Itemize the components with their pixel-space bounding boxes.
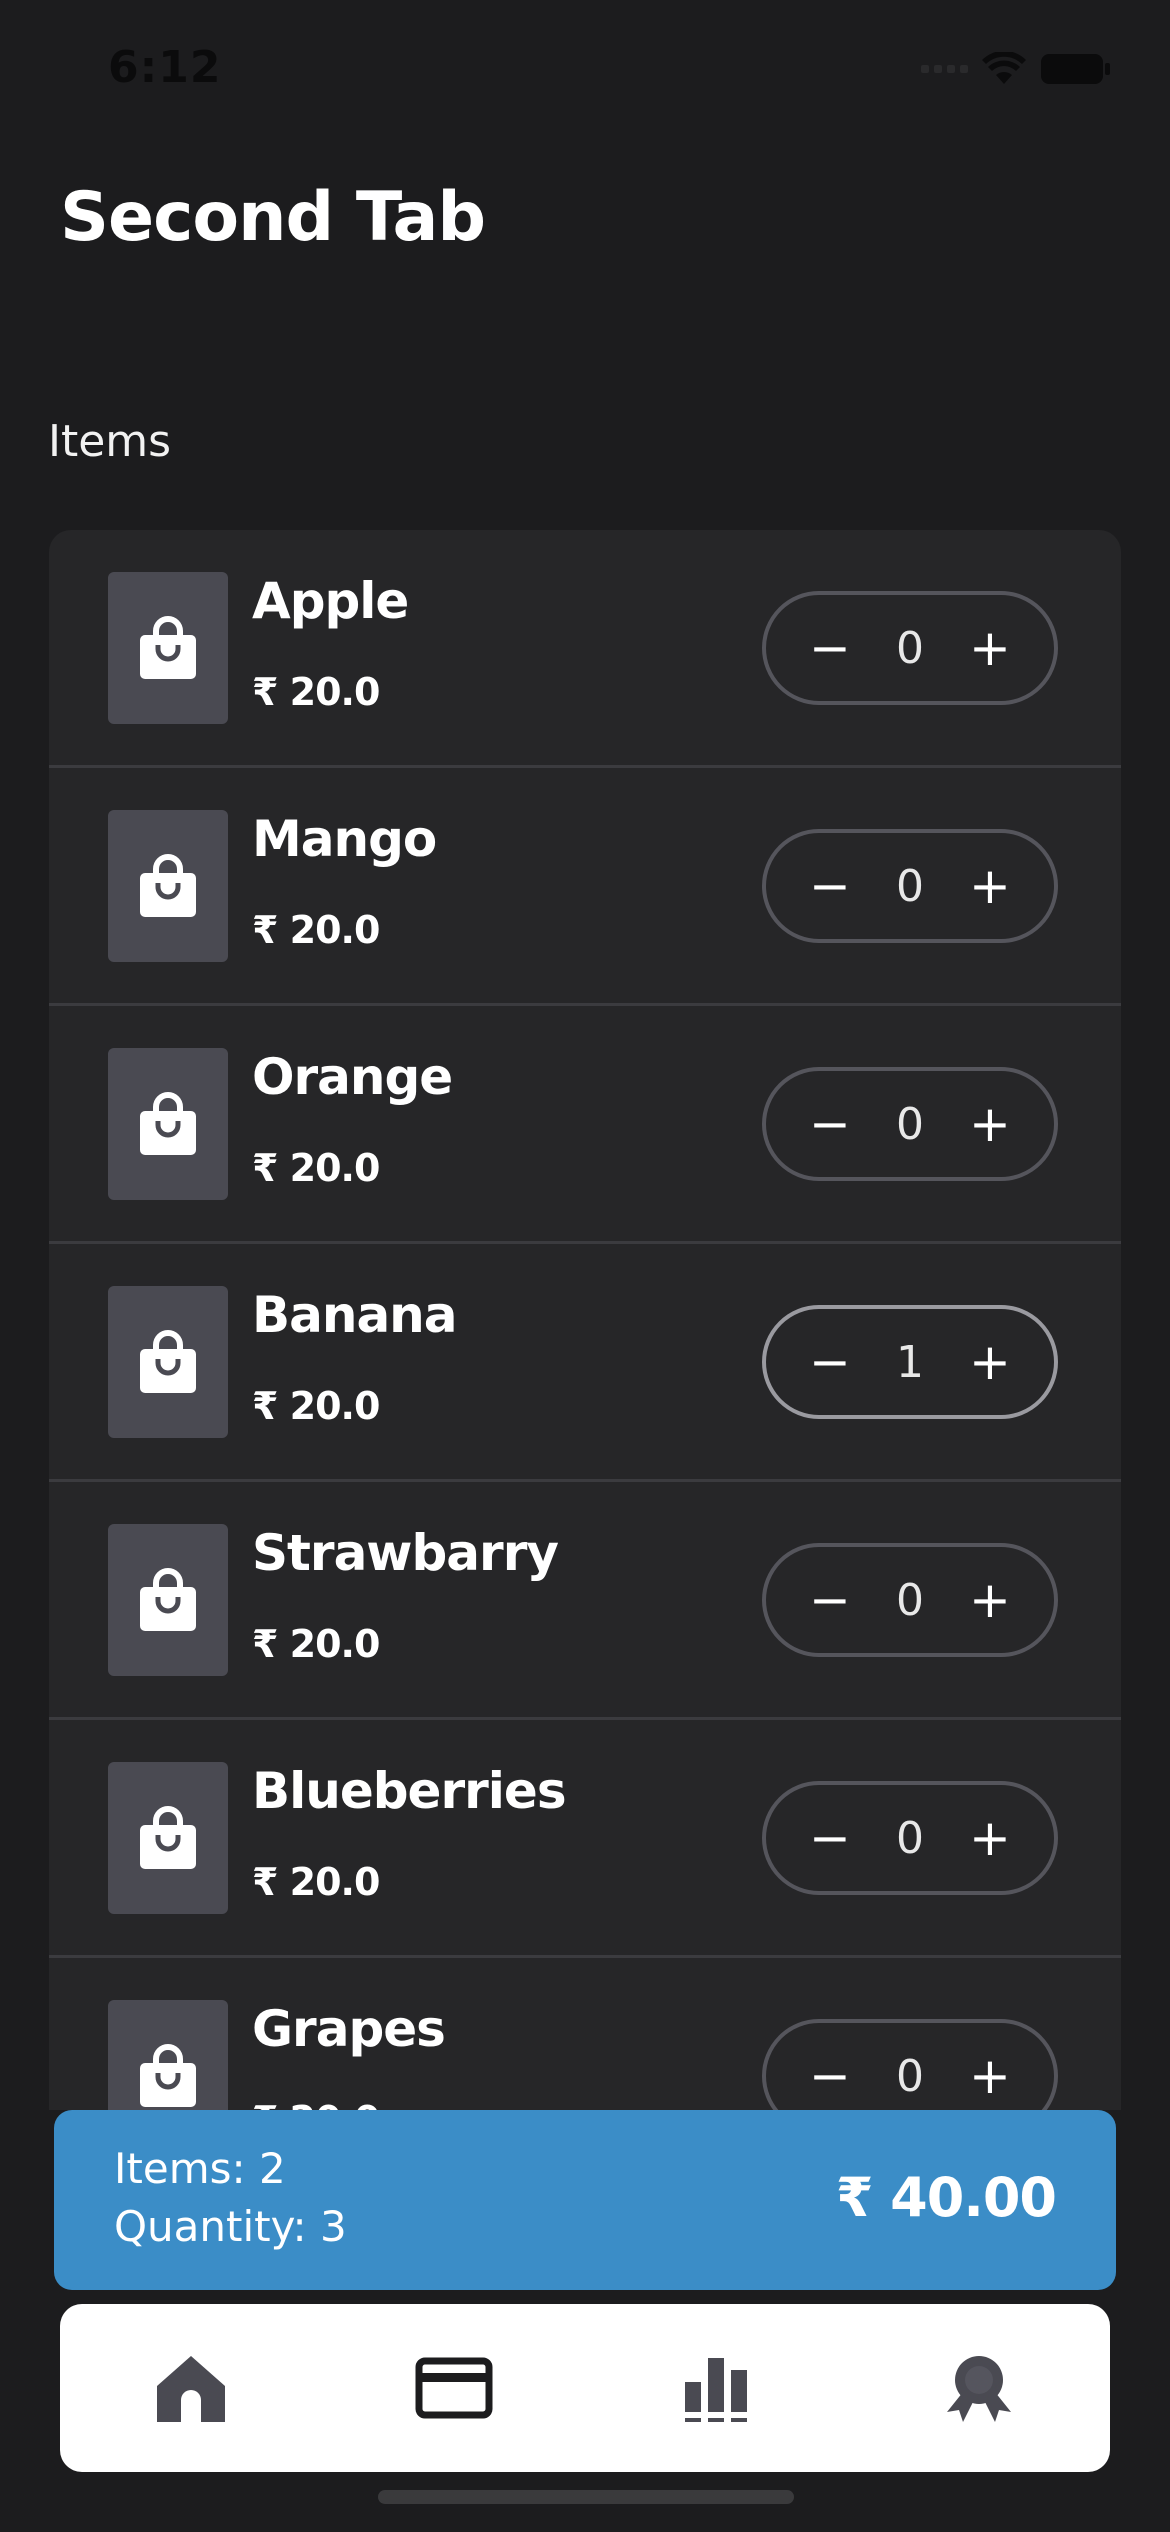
- section-label-items: Items: [48, 416, 172, 467]
- item-price: ₹ 20.0: [252, 1860, 380, 1904]
- chart-icon: [685, 2358, 748, 2422]
- decrement-button[interactable]: −: [802, 1575, 858, 1625]
- increment-button[interactable]: +: [962, 1575, 1018, 1625]
- battery-icon: [1041, 54, 1110, 84]
- item-price: ₹ 20.0: [252, 908, 380, 952]
- item-name: Strawbarry: [252, 1524, 559, 1582]
- summary-total: ₹ 40.00: [835, 2166, 1057, 2229]
- home-indicator: [378, 2490, 794, 2504]
- item-price: ₹ 20.0: [252, 1146, 380, 1190]
- increment-button[interactable]: +: [962, 623, 1018, 673]
- quantity-value: 0: [896, 2050, 924, 2102]
- list-item: Strawbarry ₹ 20.0 − 0 +: [49, 1482, 1121, 1720]
- items-list[interactable]: Apple ₹ 20.0 − 0 + Mango ₹ 20.0 − 0 + Or…: [49, 530, 1121, 2110]
- item-price: ₹ 20.0: [252, 2098, 380, 2110]
- quantity-value: 0: [896, 622, 924, 674]
- shopping-bag-icon: [108, 572, 228, 724]
- item-name: Grapes: [252, 2000, 446, 2058]
- shopping-bag-icon: [108, 1286, 228, 1438]
- quantity-stepper: − 0 +: [762, 1067, 1058, 1181]
- tab-card[interactable]: [394, 2328, 514, 2448]
- status-icons: [921, 52, 1112, 86]
- decrement-button[interactable]: −: [802, 1813, 858, 1863]
- quantity-value: 0: [896, 860, 924, 912]
- item-name: Apple: [252, 572, 409, 630]
- quantity-stepper: − 0 +: [762, 1543, 1058, 1657]
- item-name: Mango: [252, 810, 437, 868]
- increment-button[interactable]: +: [962, 1337, 1018, 1387]
- decrement-button[interactable]: −: [802, 623, 858, 673]
- quantity-value: 1: [896, 1336, 924, 1388]
- item-name: Banana: [252, 1286, 458, 1344]
- quantity-stepper: − 0 +: [762, 829, 1058, 943]
- home-icon: [157, 2356, 226, 2422]
- quantity-value: 0: [896, 1098, 924, 1150]
- shopping-bag-icon: [108, 810, 228, 962]
- item-name: Blueberries: [252, 1762, 567, 1820]
- list-item: Apple ₹ 20.0 − 0 +: [49, 530, 1121, 768]
- item-price: ₹ 20.0: [252, 1384, 380, 1428]
- card-icon: [415, 2357, 493, 2419]
- increment-button[interactable]: +: [962, 861, 1018, 911]
- list-item: Mango ₹ 20.0 − 0 +: [49, 768, 1121, 1006]
- increment-button[interactable]: +: [962, 1099, 1018, 1149]
- shopping-bag-icon: [108, 1048, 228, 1200]
- quantity-value: 0: [896, 1812, 924, 1864]
- signal-icon: [921, 65, 968, 73]
- quantity-stepper: − 0 +: [762, 2019, 1058, 2110]
- decrement-button[interactable]: −: [802, 1337, 858, 1387]
- wifi-icon: [982, 52, 1026, 84]
- quantity-stepper: − 1 +: [762, 1305, 1058, 1419]
- tab-home[interactable]: [131, 2328, 251, 2448]
- list-item: Blueberries ₹ 20.0 − 0 +: [49, 1720, 1121, 1958]
- tab-stats[interactable]: [656, 2328, 776, 2448]
- cart-summary[interactable]: Items: 2 Quantity: 3 ₹ 40.00: [54, 2110, 1116, 2290]
- page-title: Second Tab: [60, 178, 486, 257]
- decrement-button[interactable]: −: [802, 2051, 858, 2101]
- increment-button[interactable]: +: [962, 2051, 1018, 2101]
- summary-items-count: Items: 2: [114, 2144, 286, 2193]
- tab-rewards[interactable]: [919, 2328, 1039, 2448]
- shopping-bag-icon: [108, 1762, 228, 1914]
- list-item: Orange ₹ 20.0 − 0 +: [49, 1006, 1121, 1244]
- quantity-value: 0: [896, 1574, 924, 1626]
- list-item: Grapes ₹ 20.0 − 0 +: [49, 1958, 1121, 2110]
- shopping-bag-icon: [108, 2000, 228, 2110]
- item-price: ₹ 20.0: [252, 1622, 380, 1666]
- item-name: Orange: [252, 1048, 453, 1106]
- quantity-stepper: − 0 +: [762, 591, 1058, 705]
- decrement-button[interactable]: −: [802, 1099, 858, 1149]
- award-icon: [946, 2356, 1011, 2422]
- decrement-button[interactable]: −: [802, 861, 858, 911]
- quantity-stepper: − 0 +: [762, 1781, 1058, 1895]
- tab-bar: [60, 2304, 1110, 2472]
- list-item: Banana ₹ 20.0 − 1 +: [49, 1244, 1121, 1482]
- increment-button[interactable]: +: [962, 1813, 1018, 1863]
- item-price: ₹ 20.0: [252, 670, 380, 714]
- shopping-bag-icon: [108, 1524, 228, 1676]
- status-time: 6:12: [108, 42, 222, 93]
- summary-quantity: Quantity: 3: [114, 2202, 347, 2251]
